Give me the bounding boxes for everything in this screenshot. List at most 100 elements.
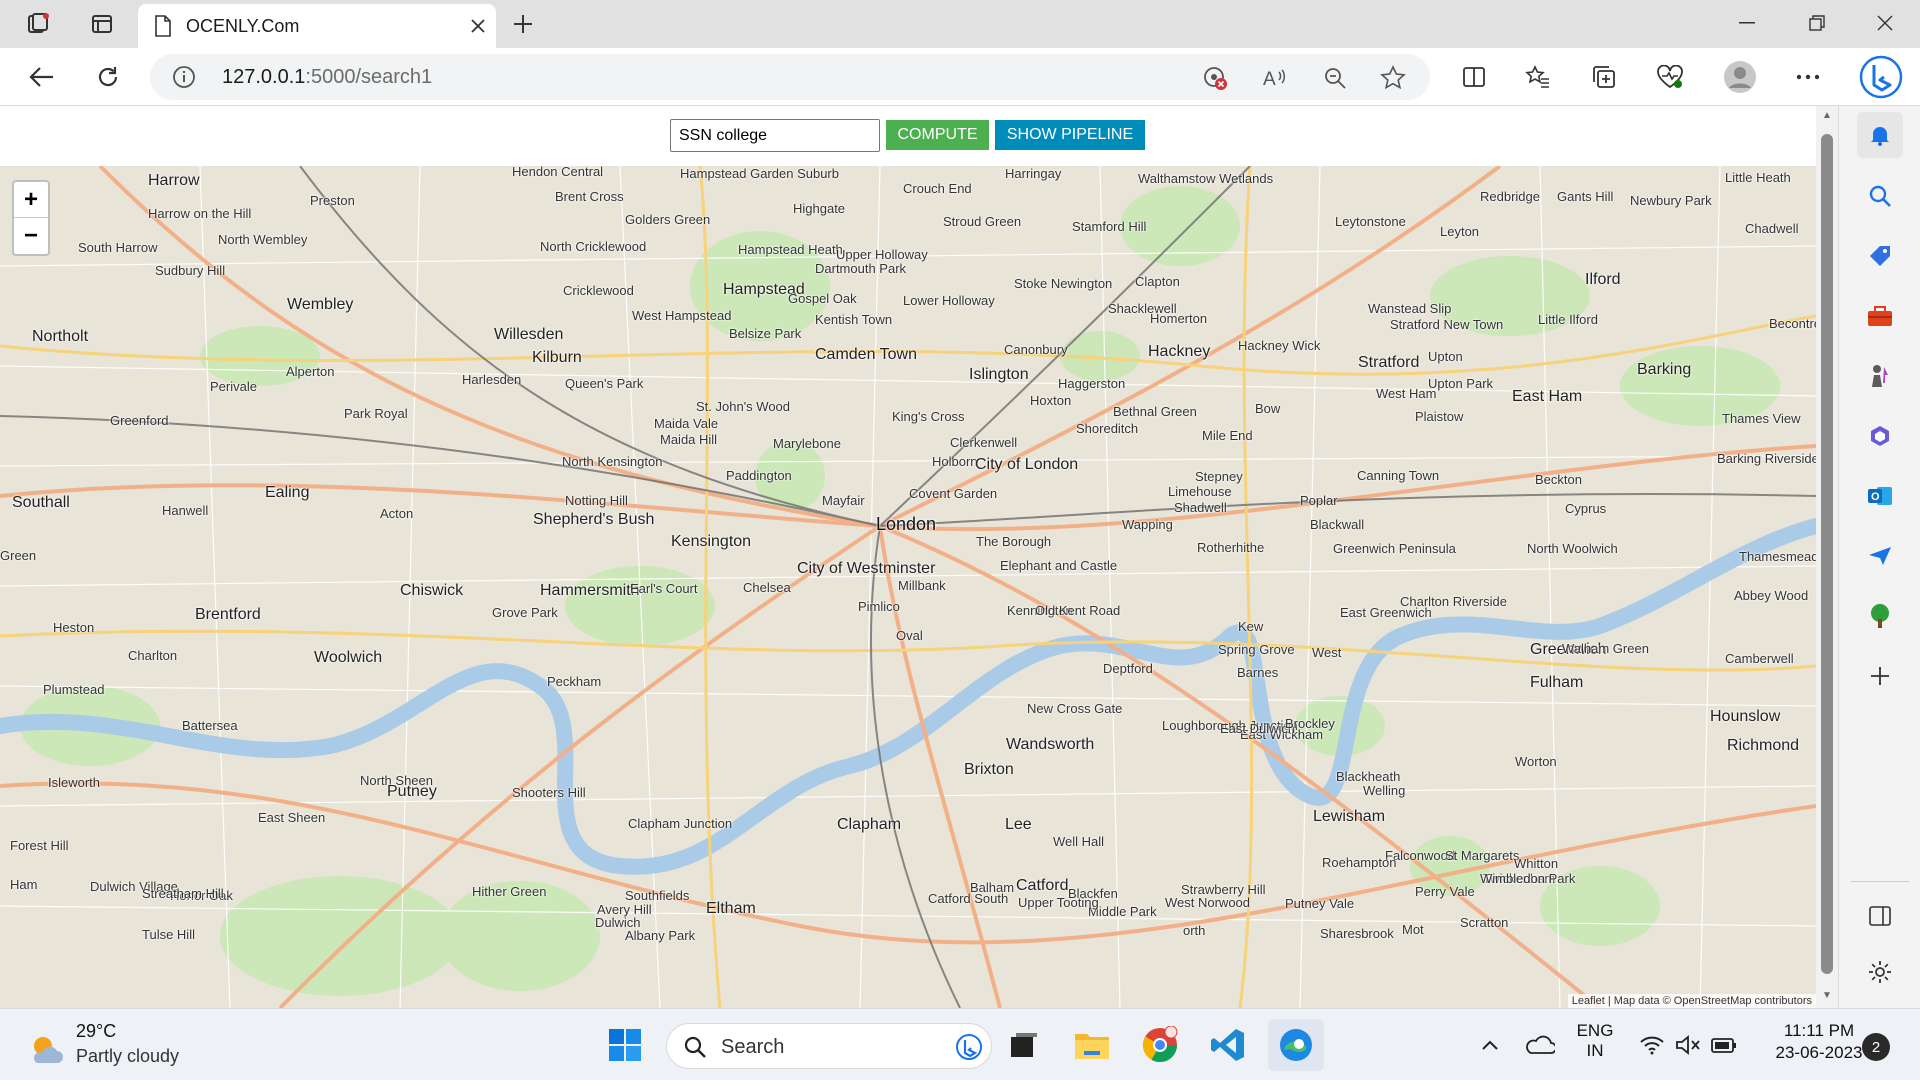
- language-indicator[interactable]: ENG IN: [1570, 1021, 1620, 1061]
- favorites-icon[interactable]: [1518, 57, 1558, 97]
- map-view[interactable]: Harrow Hendon Central Hampstead Garden Sub…: [0, 166, 1816, 1008]
- zoom-out-button[interactable]: −: [14, 218, 48, 254]
- map-place-label: Hendon Central: [512, 166, 604, 179]
- show-pipeline-button[interactable]: SHOW PIPELINE: [995, 120, 1145, 150]
- map-place-label: West Hampstead: [632, 308, 732, 323]
- map-place-label: Sudbury Hill: [155, 263, 226, 278]
- favorite-star-icon[interactable]: [1378, 63, 1408, 93]
- map-place-label: Notting Hill: [565, 493, 628, 508]
- map-place-label: Paddington: [726, 468, 792, 483]
- minimize-icon[interactable]: [1712, 0, 1782, 46]
- map-place-label: Brockley: [1285, 716, 1335, 731]
- show-hidden-icons-chevron-icon[interactable]: [1466, 1021, 1514, 1069]
- close-window-icon[interactable]: [1850, 0, 1920, 46]
- zoom-in-button[interactable]: +: [14, 182, 48, 218]
- start-windows-icon[interactable]: [601, 1021, 649, 1069]
- scroll-up-icon[interactable]: ▲: [1821, 110, 1833, 122]
- split-screen-icon[interactable]: [1454, 57, 1494, 97]
- task-view-icon[interactable]: [1000, 1021, 1048, 1069]
- notifications-bell-icon[interactable]: [1857, 112, 1903, 158]
- map-place-label: East Sheen: [258, 810, 326, 825]
- map-place-label: Blackwall: [1310, 517, 1365, 532]
- more-options-icon[interactable]: [1788, 57, 1828, 97]
- map-place-label: Preston: [310, 193, 355, 208]
- edge-icon[interactable]: [1268, 1019, 1324, 1071]
- map-place-label: North Kensington: [562, 454, 663, 469]
- zoom-out-icon[interactable]: [1320, 63, 1350, 93]
- chrome-icon[interactable]: [1136, 1021, 1184, 1069]
- search-icon[interactable]: [1860, 176, 1900, 216]
- sidebar-settings-icon[interactable]: [1860, 952, 1900, 992]
- map-attribution[interactable]: Leaflet | Map data © OpenStreetMap contr…: [1567, 994, 1816, 1008]
- site-info-icon[interactable]: [172, 65, 196, 94]
- map-place-label: Park Royal: [344, 406, 408, 421]
- notification-count-badge[interactable]: 2: [1862, 1033, 1890, 1061]
- map-place-label: Golders Green: [625, 212, 711, 227]
- map-place-label: Canonbury: [1004, 342, 1068, 357]
- browser-tab-active[interactable]: OCENLY.Com: [138, 4, 496, 48]
- url-text[interactable]: 127.0.0.1:5000/search1: [222, 66, 432, 89]
- games-chess-icon[interactable]: [1860, 356, 1900, 396]
- tab-strip: OCENLY.Com: [0, 0, 1920, 48]
- collections-icon[interactable]: [1584, 57, 1624, 97]
- tools-briefcase-icon[interactable]: [1860, 296, 1900, 336]
- outlook-icon[interactable]: O: [1860, 476, 1900, 516]
- map-place-label: West: [1312, 645, 1342, 660]
- map-place-label: Greenwich Peninsula: [1333, 541, 1456, 556]
- clock[interactable]: 11:11 PM 23-06-2023: [1764, 1021, 1874, 1063]
- scroll-down-icon[interactable]: ▼: [1821, 990, 1833, 1002]
- map-place-label: Tulse Hill: [142, 927, 195, 942]
- shopping-tag-icon[interactable]: [1860, 236, 1900, 276]
- tree-icon[interactable]: [1860, 596, 1900, 636]
- map-place-label: King's Cross: [892, 409, 965, 424]
- map-place-label: North Wembley: [218, 232, 308, 247]
- map-place-label: Acton: [380, 506, 414, 521]
- map-place-label: Hounslow: [1710, 708, 1781, 725]
- read-aloud-icon[interactable]: A: [1260, 63, 1290, 93]
- tracking-blocked-icon[interactable]: [1200, 63, 1230, 93]
- map-place-label: Charlton: [128, 648, 178, 663]
- map-place-label: Perivale: [210, 379, 257, 394]
- copilot-bing-icon[interactable]: [1858, 54, 1904, 100]
- map-place-label: Stamford Hill: [1072, 219, 1147, 234]
- onedrive-cloud-icon[interactable]: [1516, 1021, 1564, 1069]
- map-place-label: Isleworth: [48, 775, 101, 790]
- map-place-label: Stratford New Town: [1390, 317, 1504, 332]
- tab-actions-icon[interactable]: [82, 8, 122, 40]
- search-icon: [684, 1036, 706, 1058]
- map-place-label: St. John's Wood: [696, 399, 791, 414]
- map-place-label: Brixton: [964, 761, 1014, 778]
- back-icon[interactable]: [22, 57, 62, 97]
- map-place-label: Kew: [1238, 619, 1264, 634]
- workspaces-icon[interactable]: [18, 8, 58, 40]
- restore-icon[interactable]: [1782, 0, 1852, 46]
- drop-send-icon[interactable]: [1860, 536, 1900, 576]
- taskbar-search-box[interactable]: Search: [666, 1023, 992, 1069]
- close-tab-icon[interactable]: [460, 8, 496, 44]
- search-input[interactable]: [670, 119, 880, 152]
- scrollbar-thumb[interactable]: [1821, 134, 1833, 974]
- new-tab-icon[interactable]: [505, 8, 541, 40]
- map-place-label: Walham Green: [1562, 641, 1649, 656]
- refresh-icon[interactable]: [88, 57, 128, 97]
- compute-button[interactable]: COMPUTE: [886, 120, 989, 150]
- file-explorer-icon[interactable]: [1068, 1021, 1116, 1069]
- battery-icon[interactable]: [1700, 1021, 1748, 1069]
- map-place-label: Ham: [10, 877, 38, 892]
- profile-avatar[interactable]: [1720, 57, 1760, 97]
- page-scrollbar[interactable]: ▲ ▼: [1816, 106, 1838, 1008]
- vs-code-icon[interactable]: [1204, 1021, 1252, 1069]
- add-sidebar-app-icon[interactable]: [1860, 656, 1900, 696]
- map-place-label: Hoxton: [1030, 393, 1072, 408]
- microsoft-365-icon[interactable]: [1860, 416, 1900, 456]
- browser-essentials-icon[interactable]: [1650, 57, 1690, 97]
- map-place-label: Wapping: [1122, 517, 1173, 532]
- map-place-label: Clerkenwell: [950, 435, 1018, 450]
- weather-widget[interactable]: 29°C Partly cloudy: [28, 1021, 179, 1069]
- map-place-label: Queen's Park: [565, 376, 644, 391]
- address-bar[interactable]: 127.0.0.1:5000/search1 A: [150, 54, 1430, 100]
- map-place-label: Chadwell: [1745, 221, 1799, 236]
- map-place-label: Southall: [12, 494, 70, 511]
- map-place-label: Shepherd's Bush: [533, 511, 655, 528]
- hide-sidebar-icon[interactable]: [1860, 896, 1900, 936]
